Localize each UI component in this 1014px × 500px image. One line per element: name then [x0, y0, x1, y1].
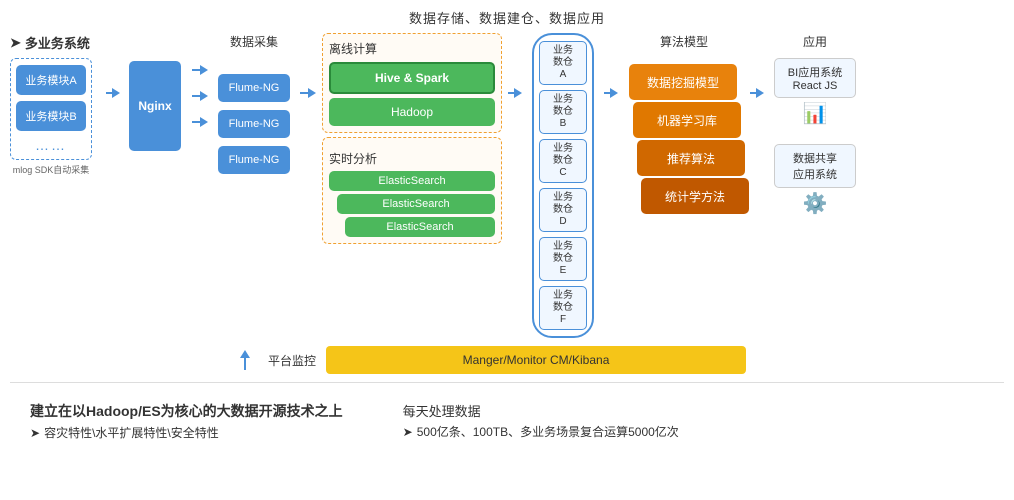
app-bi: BI应用系统React JS 📊 [774, 58, 856, 126]
warehouse-c: 业务数仓C [539, 139, 587, 183]
hadoop-box: Hadoop [329, 98, 495, 126]
nginx-box: Nginx [129, 61, 181, 151]
nginx-to-flume-arrows [192, 61, 208, 127]
biz-system-title: ➤ 多业务系统 [10, 33, 90, 52]
arrow-right-icon-footer: ➤ [30, 426, 40, 440]
nginx-section: Nginx [126, 61, 184, 151]
monitor-bar: Manger/Monitor CM/Kibana [326, 346, 746, 374]
footer-divider [10, 382, 1004, 391]
footer-left-sub: ➤ 容灾特性\水平扩展特性\安全特性 [30, 424, 343, 441]
algo-title: 算法模型 [660, 33, 708, 50]
biz-modules-container: 业务模块A 业务模块B …… [10, 58, 92, 160]
algo-card-4: 统计学方法 [641, 178, 749, 214]
arrow-biz-to-nginx [106, 88, 120, 98]
data-warehouse-section: 业务数仓A 业务数仓B 业务数仓C 业务数仓D 业务数仓E 业务数仓F [528, 33, 598, 338]
flume-to-offline-arrow [300, 88, 316, 98]
monitor-row: 平台监控 Manger/Monitor CM/Kibana [10, 346, 1004, 374]
warehouse-items: 业务数仓A 业务数仓B 业务数仓C 业务数仓D 业务数仓E 业务数仓F [532, 33, 594, 338]
hive-spark-box: Hive & Spark [329, 62, 495, 94]
algo-models-section: 算法模型 数据挖掘模型 机器学习库 推荐算法 统计学方法 [624, 33, 744, 224]
main-diagram: 数据存储、数据建仓、数据应用 ➤ 多业务系统 业务模块A 业务模块B …… ml… [0, 0, 1014, 500]
algo-card-3: 推荐算法 [637, 140, 745, 176]
app-bi-label: BI应用系统React JS [774, 58, 856, 98]
main-row: ➤ 多业务系统 业务模块A 业务模块B …… mlog SDK自动采集 Ngin… [10, 33, 1004, 338]
warehouse-d: 业务数仓D [539, 188, 587, 232]
algo-stack: 数据挖掘模型 机器学习库 推荐算法 统计学方法 [629, 64, 739, 224]
data-collection-section: 数据采集 Flume-NG Flume-NG Flume-NG [214, 33, 294, 174]
flume-list: Flume-NG Flume-NG Flume-NG [218, 74, 290, 174]
warehouse-e: 业务数仓E [539, 237, 587, 281]
elastic-3: ElasticSearch [345, 217, 495, 237]
warehouse-f: 业务数仓F [539, 286, 587, 330]
algo-card-1: 数据挖掘模型 [629, 64, 737, 100]
footer-left: 建立在以Hadoop/ES为核心的大数据开源技术之上 ➤ 容灾特性\水平扩展特性… [30, 401, 343, 441]
algo-to-app-arrow [750, 88, 764, 98]
offline-box: 离线计算 Hive & Spark Hadoop [322, 33, 502, 133]
warehouse-b: 业务数仓B [539, 90, 587, 134]
flume-ng-2: Flume-NG [218, 110, 290, 138]
up-arrow-monitor [240, 350, 250, 370]
warehouse-a: 业务数仓A [539, 41, 587, 85]
compute-section: 离线计算 Hive & Spark Hadoop 实时分析 ElasticSea… [322, 33, 502, 244]
elastic-2: ElasticSearch [337, 194, 495, 214]
offline-title: 离线计算 [329, 40, 495, 57]
flume-ng-1: Flume-NG [218, 74, 290, 102]
footer-right-main: 每天处理数据 [403, 401, 679, 420]
app-items: BI应用系统React JS 📊 数据共享应用系统 ⚙️ [774, 58, 856, 216]
arrow-right-icon: ➤ [10, 35, 21, 51]
elastic-1: ElasticSearch [329, 171, 495, 191]
algo-card-2: 机器学习库 [633, 102, 741, 138]
footer-right-sub: ➤ 500亿条、100TB、多业务场景复合运算5000亿次 [403, 423, 679, 440]
compute-to-warehouse-arrow [508, 88, 522, 98]
mlog-label: mlog SDK自动采集 [10, 163, 92, 176]
data-collection-label: 数据采集 [230, 33, 278, 50]
share-icon: ⚙️ [774, 191, 856, 216]
flume-ng-3: Flume-NG [218, 146, 290, 174]
app-share-label: 数据共享应用系统 [774, 144, 856, 188]
app-share: 数据共享应用系统 ⚙️ [774, 144, 856, 216]
biz-module-a: 业务模块A [16, 65, 86, 95]
bi-icon: 📊 [774, 101, 856, 126]
footer-summary: 建立在以Hadoop/ES为核心的大数据开源技术之上 ➤ 容灾特性\水平扩展特性… [10, 401, 1004, 441]
applications-section: 应用 BI应用系统React JS 📊 数据共享应用系统 ⚙️ [770, 33, 860, 216]
realtime-box: 实时分析 ElasticSearch ElasticSearch Elastic… [322, 137, 502, 244]
realtime-title: 实时分析 [329, 150, 495, 167]
app-title: 应用 [803, 33, 827, 50]
biz-system-section: ➤ 多业务系统 业务模块A 业务模块B …… mlog SDK自动采集 [10, 33, 100, 176]
footer-right: 每天处理数据 ➤ 500亿条、100TB、多业务场景复合运算5000亿次 [403, 401, 679, 441]
footer-left-main: 建立在以Hadoop/ES为核心的大数据开源技术之上 [30, 401, 343, 421]
warehouse-to-algo-arrow [604, 88, 618, 98]
biz-module-b: 业务模块B [16, 101, 86, 131]
platform-label: 平台监控 [268, 352, 316, 369]
top-title: 数据存储、数据建仓、数据应用 [10, 8, 1004, 27]
biz-dots: …… [16, 137, 86, 153]
arrow-right-icon-footer2: ➤ [403, 425, 413, 439]
